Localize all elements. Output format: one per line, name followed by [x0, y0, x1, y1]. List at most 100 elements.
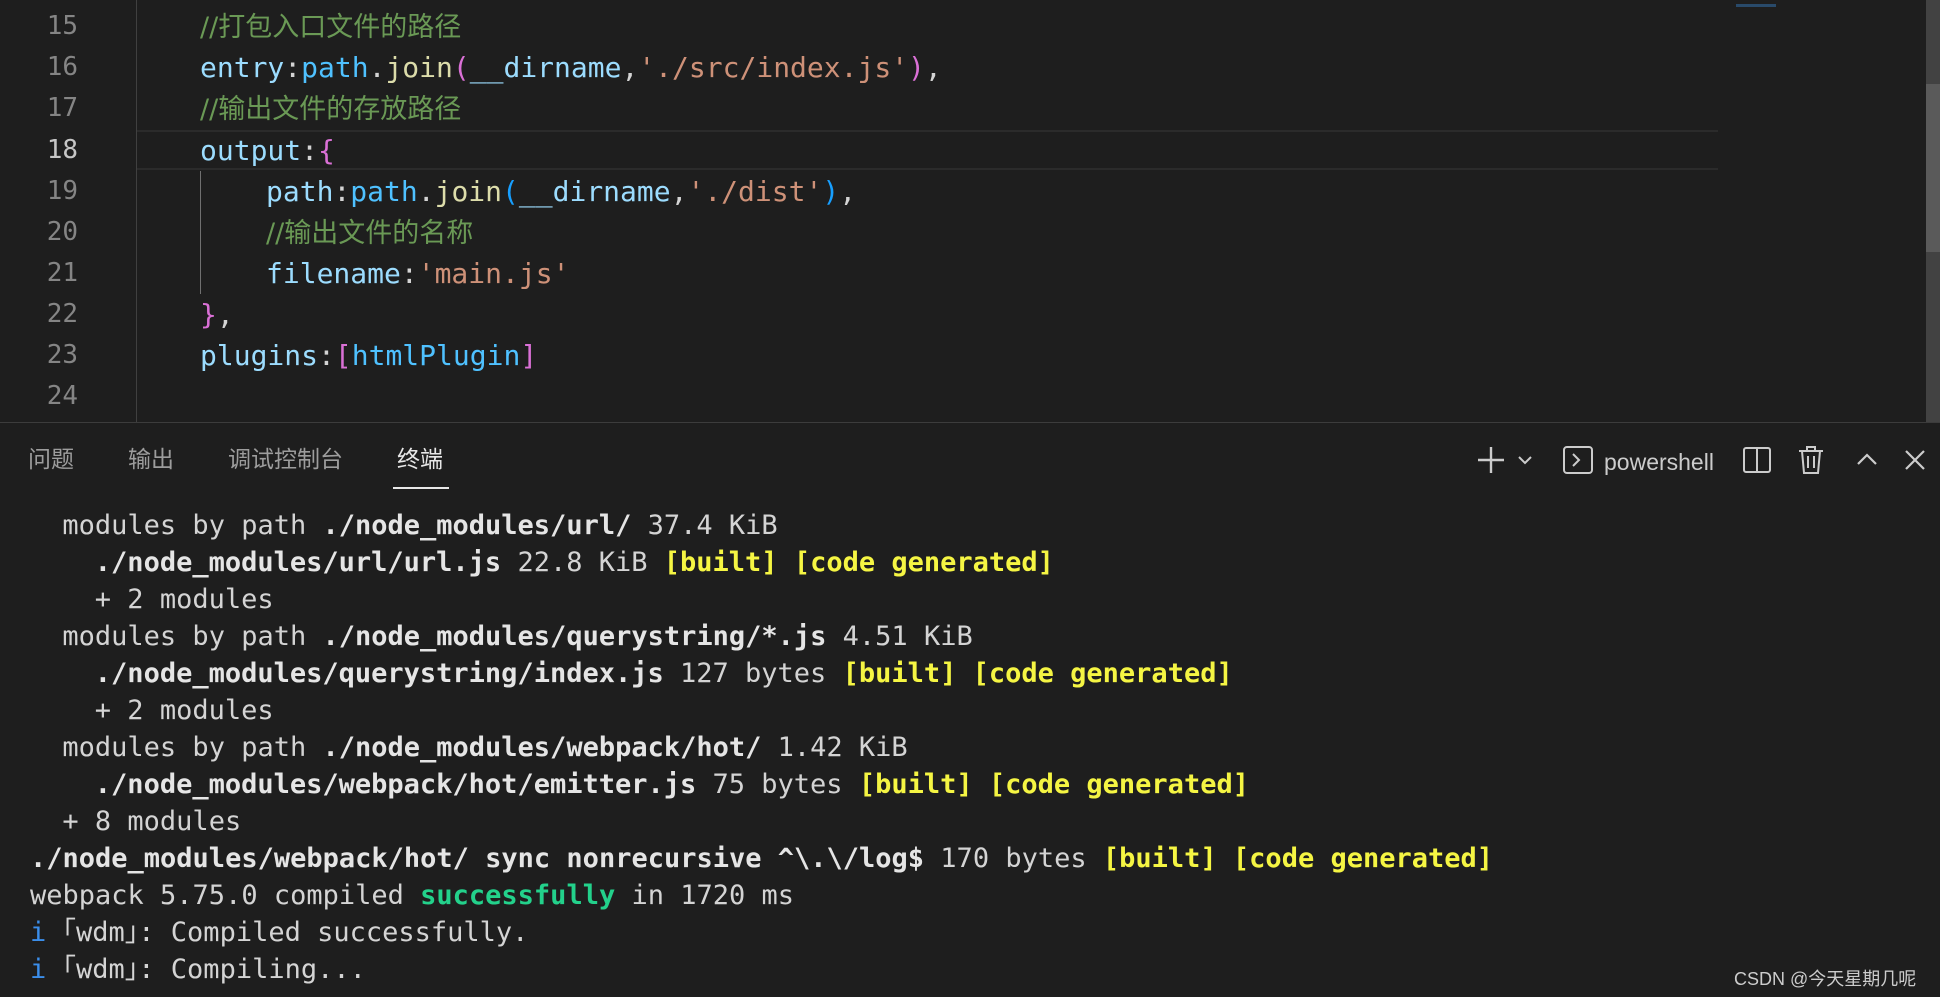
terminal-segment: 22.8 KiB [501, 547, 664, 578]
terminal-segment: + 2 modules [94, 695, 274, 726]
terminal-segment: 37.4 KiB [631, 510, 778, 541]
code-line[interactable]: //输出文件的存放路径 [200, 88, 461, 129]
close-panel-button[interactable] [1898, 441, 1932, 479]
terminal-segment [973, 769, 989, 800]
terminal-dropdown-button[interactable] [1512, 441, 1538, 479]
terminal-segment [956, 658, 972, 689]
terminal-segment: modules by path [62, 621, 323, 652]
terminal-line: modules by path ./node_modules/webpack/h… [62, 729, 907, 766]
function-name: join [434, 175, 503, 208]
punctuation: , [670, 175, 688, 208]
terminal-segment: + 8 modules [62, 806, 242, 837]
terminal-line: + 2 modules [95, 581, 274, 618]
terminal-segment: 127 bytes [663, 658, 843, 689]
terminal-segment: + 2 modules [94, 584, 274, 615]
string-literal: 'main.js' [417, 257, 570, 290]
tab-problems[interactable]: 问题 [28, 445, 74, 475]
tab-debug-console[interactable]: 调试控制台 [228, 445, 343, 475]
minimap[interactable] [1736, 4, 1776, 7]
line-number: 15 [46, 11, 78, 41]
terminal-line: ./node_modules/webpack/hot/emitter.js 75… [95, 766, 1249, 803]
terminal-icon [1563, 446, 1593, 474]
comment: //输出文件的存放路径 [200, 94, 462, 125]
terminal-segment: ./node_modules/url/ [322, 510, 632, 541]
indent-guide [136, 0, 137, 422]
terminal-segment: ｢wdm｣: Compiling... [46, 954, 366, 985]
new-terminal-button[interactable] [1474, 441, 1508, 479]
code-line[interactable]: //打包入口文件的路径 [200, 6, 461, 47]
line-number-gutter: 15 16 17 18 19 20 21 22 23 24 [0, 0, 110, 422]
terminal-segment: ｢wdm｣: Compiled successfully. [46, 917, 529, 948]
terminal-line: i ｢wdm｣: Compiled successfully. [30, 914, 528, 951]
bottom-panel: 问题 输出 调试控制台 终端 powershell modules by pat… [0, 422, 1940, 997]
code-line-active[interactable]: output:{ [200, 130, 335, 171]
current-line-highlight [136, 130, 1718, 170]
line-number: 17 [46, 93, 78, 123]
code-line[interactable]: entry:path.join(__dirname,'./src/index.j… [200, 47, 942, 88]
active-tab-indicator [393, 487, 449, 489]
terminal-line: ./node_modules/webpack/hot/ sync nonrecu… [30, 840, 1493, 877]
tab-terminal[interactable]: 终端 [397, 445, 443, 475]
bracket: { [318, 134, 335, 167]
punctuation: : [301, 134, 319, 167]
code-line[interactable]: filename:'main.js' [266, 253, 569, 294]
bracket: [ [334, 339, 352, 372]
punctuation: . [417, 175, 435, 208]
shell-selector-button[interactable] [1560, 441, 1596, 479]
terminal-line: ./node_modules/querystring/index.js 127 … [95, 655, 1233, 692]
function-name: join [385, 51, 453, 84]
line-number: 22 [46, 299, 78, 329]
code-line[interactable]: path:path.join(__dirname,'./dist'), [266, 171, 856, 212]
maximize-panel-button[interactable] [1850, 441, 1884, 479]
chevron-up-icon [1857, 453, 1877, 465]
terminal-line: modules by path ./node_modules/querystri… [62, 618, 972, 655]
terminal-segment: 1.42 KiB [761, 732, 908, 763]
punctuation: : [400, 257, 418, 290]
object-ident: path [350, 175, 418, 208]
line-number: 23 [46, 340, 78, 370]
terminal-line: + 8 modules [62, 803, 241, 840]
terminal-segment: i [30, 917, 47, 948]
terminal-segment [778, 547, 794, 578]
tab-output[interactable]: 输出 [128, 445, 174, 475]
terminal-segment: webpack 5.75.0 compiled [30, 880, 421, 911]
punctuation: : [333, 175, 351, 208]
line-number: 24 [46, 381, 78, 411]
identifier: __dirname [518, 175, 671, 208]
close-icon [1905, 450, 1925, 470]
punctuation: , [839, 175, 857, 208]
split-terminal-button[interactable] [1738, 441, 1776, 479]
kill-terminal-button[interactable] [1792, 441, 1830, 479]
terminal-segment [1217, 843, 1233, 874]
terminal-segment: [code generated] [988, 769, 1249, 800]
terminal-segment: 4.51 KiB [826, 621, 973, 652]
bracket: ] [520, 339, 538, 372]
shell-name[interactable]: powershell [1604, 447, 1714, 477]
terminal-segment: [code generated] [1232, 843, 1494, 874]
code-line[interactable]: }, [200, 294, 234, 335]
terminal-segment: [built] [663, 547, 778, 578]
punctuation: . [368, 51, 386, 84]
comment: //打包入口文件的路径 [200, 12, 462, 43]
code-line[interactable]: //输出文件的名称 [266, 212, 473, 253]
code-line[interactable]: plugins:[htmlPlugin] [200, 335, 537, 376]
split-icon [1743, 447, 1771, 473]
terminal-segment: ./node_modules/webpack/hot/emitter.js [94, 769, 697, 800]
terminal-line: i ｢wdm｣: Compiling... [30, 951, 366, 988]
vertical-scrollbar-thumb[interactable] [1926, 84, 1940, 252]
punctuation: , [924, 51, 942, 84]
terminal-line: modules by path ./node_modules/url/ 37.4… [62, 507, 777, 544]
terminal-segment: [built] [858, 769, 973, 800]
indent-guide-active [200, 171, 201, 294]
code-editor[interactable]: 15 16 17 18 19 20 21 22 23 24 //打包入口文件的路… [0, 0, 1940, 422]
terminal-segment: ./node_modules/webpack/hot/ [322, 732, 762, 763]
bracket: ) [822, 175, 840, 208]
punctuation: , [216, 298, 234, 331]
terminal-segment: 75 bytes [696, 769, 859, 800]
terminal-segment: ./node_modules/webpack/hot/ sync nonrecu… [30, 843, 925, 874]
property-key: entry [200, 51, 285, 84]
line-number: 21 [46, 258, 78, 288]
panel-tabs: 问题 输出 调试控制台 终端 powershell [0, 423, 1940, 489]
chevron-down-icon [1518, 456, 1532, 465]
trash-icon [1799, 446, 1823, 474]
